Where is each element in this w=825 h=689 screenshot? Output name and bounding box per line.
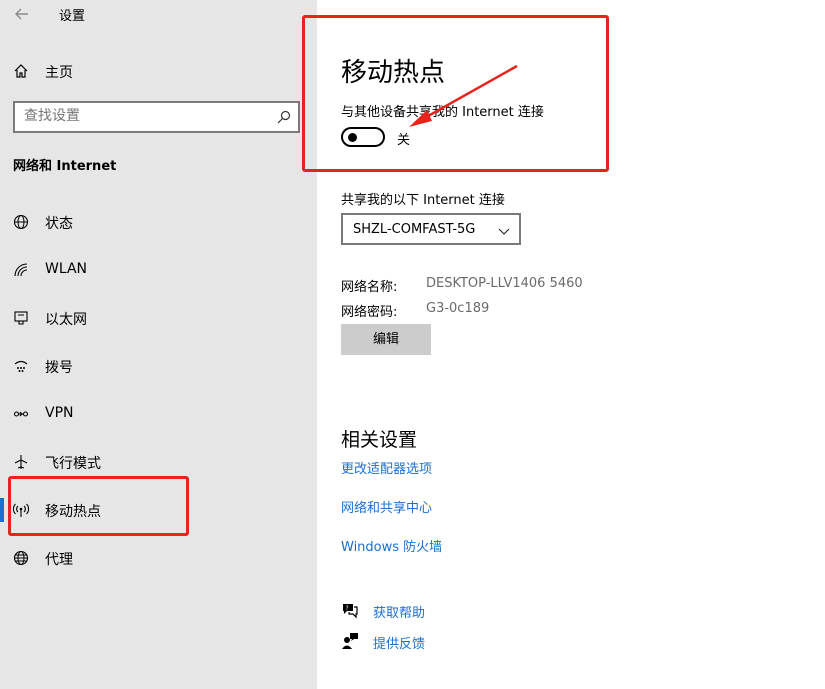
main-panel: 移动热点 与其他设备共享我的 Internet 连接 关 共享我的以下 Inte… [302,0,825,689]
help-chat-icon: ? [341,601,359,619]
back-arrow-icon [15,8,28,20]
sidebar-item-label: 拨号 [45,360,73,376]
link-sharing-center[interactable]: 网络和共享中心 [341,497,432,516]
feedback-person-icon [341,632,359,650]
globe-icon [12,549,30,567]
select-value: SHZL-COMFAST-5G [353,222,476,237]
active-indicator [0,498,4,522]
dialup-icon [12,357,30,375]
section-title: 网络和 Internet [13,159,117,174]
sidebar-item-vpn[interactable]: VPN [0,396,317,432]
sidebar-item-ethernet[interactable]: 以太网 [0,300,317,336]
share-from-label: 共享我的以下 Internet 连接 [341,193,505,208]
sidebar: 设置 主页 网络和 Internet 状态 WLAN 以太网 [0,0,317,689]
wifi-icon [12,261,30,279]
sidebar-item-label: 代理 [45,552,73,568]
title-bar: 设置 [0,0,317,30]
home-icon [12,62,30,80]
network-name-label: 网络名称: [341,280,398,295]
svg-text:?: ? [346,605,349,612]
edit-button[interactable]: 编辑 [341,324,431,355]
link-adapter-options[interactable]: 更改适配器选项 [341,458,432,477]
search-icon[interactable] [276,109,292,125]
sidebar-item-proxy[interactable]: 代理 [0,540,317,576]
sidebar-item-airplane[interactable]: 飞行模式 [0,444,317,480]
feedback-text: 提供反馈 [373,637,426,652]
globe-status-icon [12,213,30,231]
back-button[interactable] [12,4,32,24]
link-windows-firewall[interactable]: Windows 防火墙 [341,536,442,555]
airplane-icon [12,453,30,471]
sidebar-item-status[interactable]: 状态 [0,204,317,240]
vpn-icon [12,405,30,423]
related-settings-title: 相关设置 [341,429,418,451]
network-password-label: 网络密码: [341,305,398,320]
connection-select[interactable]: SHZL-COMFAST-5G [341,213,521,245]
annotation-highlight-box [8,476,189,536]
sidebar-item-label: 状态 [45,216,73,232]
sidebar-item-home[interactable]: 主页 [0,56,317,88]
sidebar-item-label: VPN [45,405,74,421]
get-help-text: 获取帮助 [373,606,426,621]
network-password-value: G3-0c189 [426,301,490,316]
chevron-down-icon [497,223,511,237]
sidebar-item-label: 主页 [45,65,73,81]
network-name-value: DESKTOP-LLV1406 5460 [426,276,583,291]
sidebar-item-label: WLAN [45,261,88,277]
ethernet-icon [12,309,30,327]
get-help-link[interactable]: ? 获取帮助 [341,600,541,622]
app-title: 设置 [59,9,86,24]
search-input[interactable] [24,108,264,124]
sidebar-item-label: 飞行模式 [45,456,101,472]
sidebar-item-dialup[interactable]: 拨号 [0,348,317,384]
sidebar-item-label: 以太网 [45,312,87,328]
sidebar-item-wlan[interactable]: WLAN [0,252,317,288]
feedback-link[interactable]: 提供反馈 [341,631,541,653]
search-box[interactable] [13,101,300,133]
annotation-arrow-icon [409,64,518,127]
